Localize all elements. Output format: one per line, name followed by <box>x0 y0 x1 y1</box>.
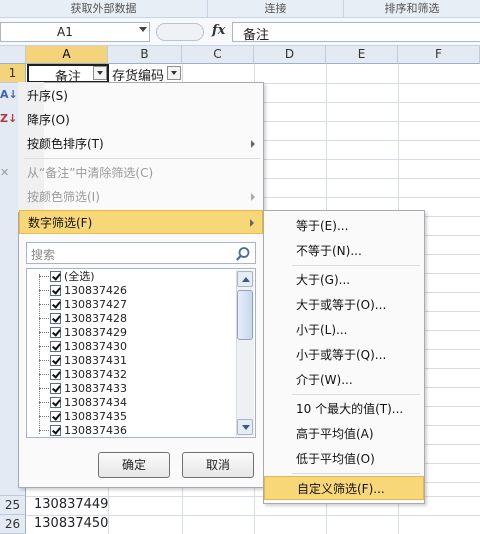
cell-a26[interactable]: 130837450 <box>34 516 108 531</box>
filter-search-input[interactable]: 搜索 <box>26 242 256 264</box>
submenu-item-below-average[interactable]: 低于平均值(O) <box>264 447 424 471</box>
submenu-item-not-equal[interactable]: 不等于(N)... <box>264 239 424 263</box>
chevron-down-icon <box>242 425 250 430</box>
filter-dropdown-button-a[interactable] <box>93 66 107 80</box>
chevron-down-icon[interactable] <box>139 27 147 32</box>
select-all-corner[interactable] <box>0 46 26 64</box>
menu-separator <box>292 473 420 474</box>
ok-button[interactable]: 确定 <box>98 452 170 478</box>
list-item[interactable]: 130837430 <box>28 340 228 353</box>
submenu-item-less-or-equal[interactable]: 小于或等于(Q)... <box>264 343 424 367</box>
chevron-down-icon <box>97 71 103 75</box>
menu-item-label: 降序(O) <box>27 113 70 127</box>
checkbox[interactable] <box>50 271 61 282</box>
row-header-26[interactable]: 26 <box>0 515 26 534</box>
list-item[interactable]: 130837434 <box>28 396 228 409</box>
chevron-down-icon <box>171 71 177 75</box>
column-header-d[interactable]: D <box>254 46 326 64</box>
column-header-e[interactable]: E <box>326 46 398 64</box>
checkbox[interactable] <box>50 285 61 296</box>
sort-ascending-icon: A↓ <box>0 88 18 101</box>
menu-separator <box>24 158 260 159</box>
list-item-select-all[interactable]: (全选) <box>28 270 228 283</box>
formula-input[interactable]: 备注 <box>232 22 480 43</box>
scrollbar-thumb[interactable] <box>237 290 253 340</box>
checkbox[interactable] <box>50 369 61 380</box>
checkbox[interactable] <box>50 355 61 366</box>
menu-item-label: 按颜色筛选(I) <box>27 190 100 204</box>
menu-item-clear-filter: 从“备注”中清除筛选(C) <box>19 161 263 185</box>
menu-item-filter-by-color: 按颜色筛选(I) <box>19 185 263 209</box>
submenu-item-above-average[interactable]: 高于平均值(A) <box>264 422 424 446</box>
checkbox[interactable] <box>50 383 61 394</box>
ribbon-group-connections: 连接 <box>208 0 344 18</box>
cell-a25[interactable]: 130837449 <box>34 497 108 512</box>
list-item[interactable]: 130837428 <box>28 312 228 325</box>
filter-dropdown-button-b[interactable] <box>167 66 181 80</box>
menu-item-number-filters[interactable]: 数字筛选(F) <box>19 210 263 234</box>
list-item[interactable]: 130837433 <box>28 382 228 395</box>
submenu-item-custom-filter[interactable]: 自定义筛选(F)... <box>264 476 424 500</box>
checkbox[interactable] <box>50 425 61 436</box>
list-item[interactable]: 130837432 <box>28 368 228 381</box>
insert-function-icon[interactable]: fx <box>212 23 225 38</box>
column-header-a[interactable]: A <box>26 46 108 64</box>
chevron-up-icon <box>242 277 250 282</box>
menu-item-sort-by-color[interactable]: 按颜色排序(T) <box>19 132 263 156</box>
sort-descending-icon: Z↓ <box>0 112 18 125</box>
checkbox[interactable] <box>50 299 61 310</box>
checkbox[interactable] <box>50 397 61 408</box>
row-header-25[interactable]: 25 <box>0 496 26 515</box>
list-item[interactable]: 130837435 <box>28 410 228 423</box>
checkbox[interactable] <box>50 313 61 324</box>
menu-item-label: 数字筛选(F) <box>28 216 93 230</box>
search-icon[interactable] <box>235 246 251 262</box>
list-item[interactable]: 130837436 <box>28 424 228 437</box>
column-header-b[interactable]: B <box>108 46 182 64</box>
submenu-item-between[interactable]: 介于(W)... <box>264 368 424 392</box>
column-header-c[interactable]: C <box>182 46 254 64</box>
column-header-f[interactable]: F <box>398 46 480 64</box>
submenu-item-top-10[interactable]: 10 个最大的值(T)... <box>264 397 424 421</box>
search-placeholder: 搜索 <box>31 248 56 262</box>
name-box-value: A1 <box>57 25 73 39</box>
scroll-up-button[interactable] <box>237 271 253 287</box>
menu-item-sort-ascending[interactable]: 升序(S) <box>19 84 263 108</box>
list-item[interactable]: 130837431 <box>28 354 228 367</box>
chevron-right-icon <box>251 140 255 148</box>
submenu-item-greater-or-equal[interactable]: 大于或等于(O)... <box>264 293 424 317</box>
chevron-right-icon <box>250 219 254 227</box>
chevron-right-icon <box>251 193 255 201</box>
scroll-down-button[interactable] <box>237 419 253 435</box>
ribbon-group-sort-filter: 排序和筛选 <box>384 2 440 15</box>
row-header-1[interactable]: 1 <box>0 64 26 83</box>
submenu-item-less-than[interactable]: 小于(L)... <box>264 318 424 342</box>
menu-item-label: 升序(S) <box>27 89 68 103</box>
formula-bar-resize-handle[interactable] <box>156 23 204 41</box>
list-item[interactable]: 130837426 <box>28 284 228 297</box>
menu-separator <box>292 265 420 266</box>
menu-item-label: 按颜色排序(T) <box>27 137 104 151</box>
menu-item-label: 从“备注”中清除筛选(C) <box>27 166 154 180</box>
checkbox[interactable] <box>50 341 61 352</box>
checkbox[interactable] <box>50 411 61 422</box>
ribbon-group-bar: 获取外部数据 连接 排序和筛选 <box>0 0 480 18</box>
submenu-item-greater-than[interactable]: 大于(G)... <box>264 268 424 292</box>
clear-filter-icon: ✕ <box>0 166 10 179</box>
list-item[interactable]: 130837429 <box>28 326 228 339</box>
checkbox[interactable] <box>50 327 61 338</box>
menu-item-sort-descending[interactable]: 降序(O) <box>19 108 263 132</box>
submenu-item-equals[interactable]: 等于(E)... <box>264 214 424 238</box>
cancel-button[interactable]: 取消 <box>182 452 254 478</box>
menu-separator <box>292 394 420 395</box>
formula-content: 备注 <box>243 28 270 43</box>
list-item[interactable]: 130837427 <box>28 298 228 311</box>
name-box[interactable]: A1 <box>0 22 150 42</box>
ribbon-group-get-external-data: 获取外部数据 <box>0 0 208 18</box>
